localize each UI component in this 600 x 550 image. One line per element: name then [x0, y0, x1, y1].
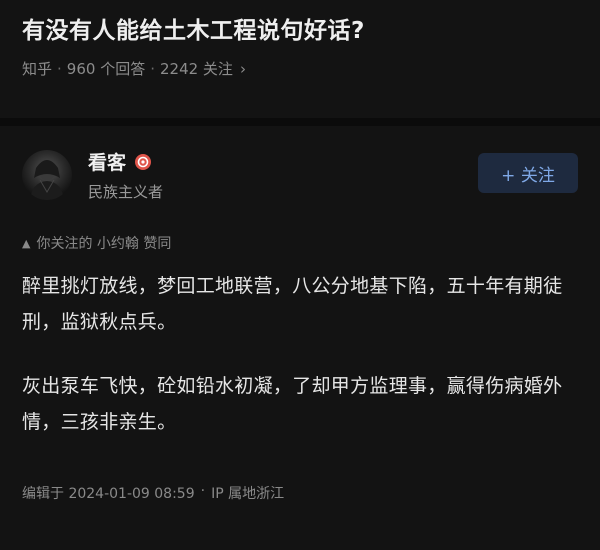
author-card: 看客 民族主义者 + 关注 — [22, 147, 582, 207]
footer-separator: · — [200, 483, 206, 499]
ip-location: IP 属地浙江 — [211, 486, 285, 502]
triangle-up-icon: ▲ — [22, 236, 31, 250]
section-divider — [0, 118, 600, 126]
answer-paragraph: 灰出泵车飞快，砼如铅水初凝，了却甲方监理事，赢得伤病婚外情，三孩非亲生。 — [22, 375, 563, 433]
answer-footer: 编辑于 2024-01-09 08:59 · IP 属地浙江 — [22, 483, 284, 503]
follower-count: 2242 关注 — [159, 60, 233, 78]
answer-count: 960 个回答 — [66, 60, 146, 78]
author-name[interactable]: 看客 — [88, 148, 126, 175]
meta-separator: · — [57, 59, 62, 78]
source-label: 知乎 — [22, 60, 53, 78]
chevron-right-icon: › — [239, 59, 246, 78]
question-title[interactable]: 有没有人能给土木工程说句好话? — [22, 14, 582, 48]
author-name-row: 看客 — [88, 148, 152, 175]
question-header: 有没有人能给土木工程说句好话? 知乎 · 960 个回答 · 2242 关注 › — [22, 14, 582, 79]
answer-paragraph: 醉里挑灯放线，梦回工地联营，八公分地基下陷，五十年有期徒刑，监狱秋点兵。 — [22, 275, 563, 333]
author-bio: 民族主义者 — [88, 183, 164, 201]
question-meta[interactable]: 知乎 · 960 个回答 · 2242 关注 › — [22, 58, 582, 79]
badge-icon — [135, 153, 152, 170]
upvote-note-text: 你关注的 小约翰 赞同 — [36, 236, 172, 252]
upvote-note: ▲ 你关注的 小约翰 赞同 — [22, 233, 171, 253]
avatar-figure-icon — [30, 160, 64, 200]
avatar[interactable] — [22, 150, 72, 200]
edited-time: 编辑于 2024-01-09 08:59 — [22, 486, 195, 502]
answer-content: 醉里挑灯放线，梦回工地联营，八公分地基下陷，五十年有期徒刑，监狱秋点兵。 灰出泵… — [22, 268, 582, 468]
meta-separator: · — [150, 59, 155, 78]
follow-button[interactable]: + 关注 — [478, 153, 578, 193]
